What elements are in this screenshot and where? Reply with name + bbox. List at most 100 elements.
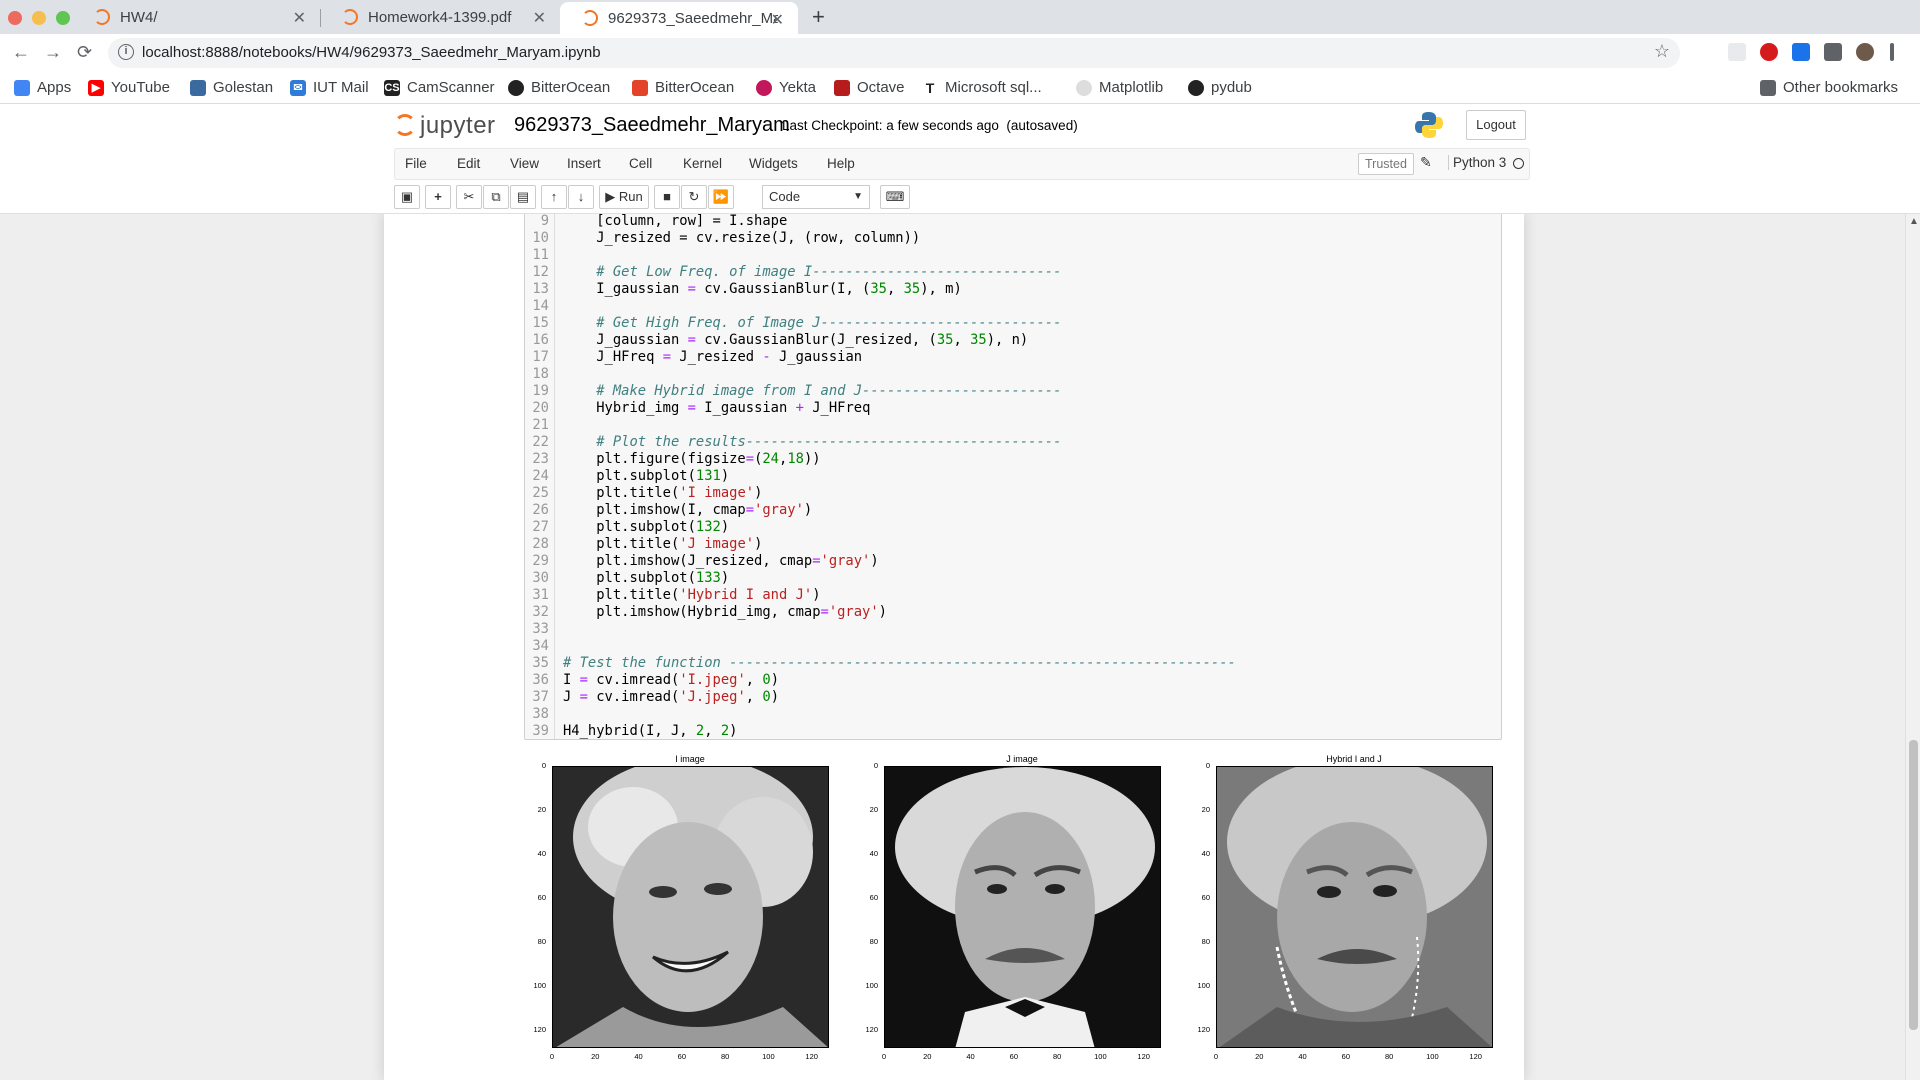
notebook-name[interactable]: 9629373_Saeedmehr_Maryam <box>514 114 790 137</box>
line-number: 17 <box>532 349 549 365</box>
code-text: # Test the function --------------------… <box>563 655 1236 671</box>
other-bookmarks[interactable]: Other bookmarks <box>1760 79 1898 96</box>
site-info-icon[interactable]: i <box>118 44 134 60</box>
line-number: 37 <box>532 689 549 705</box>
y-tick-label: 120 <box>533 1025 546 1035</box>
browser-toolbar: ← → ⟳ i localhost:8888/notebooks/HW4/962… <box>0 34 1920 72</box>
extension-cloud-icon[interactable] <box>1728 43 1746 61</box>
scroll-up-icon[interactable]: ▲ <box>1909 216 1919 227</box>
line-number: 10 <box>532 230 549 246</box>
reload-icon[interactable]: ⟳ <box>77 42 92 63</box>
insert-cell-button[interactable]: + <box>425 185 451 209</box>
edit-pencil-icon[interactable]: ✎ <box>1420 154 1432 171</box>
code-text: I_gaussian = cv.GaussianBlur(I, (35, 35)… <box>563 281 962 297</box>
bookmark-matplotlib[interactable]: Matplotlib <box>1076 79 1163 96</box>
trusted-indicator[interactable]: Trusted <box>1358 153 1414 175</box>
profile-avatar[interactable] <box>1856 43 1874 61</box>
address-bar[interactable]: i localhost:8888/notebooks/HW4/9629373_S… <box>108 38 1680 68</box>
x-tick-label: 0 <box>1213 1052 1219 1061</box>
menu-help[interactable]: Help <box>827 156 855 171</box>
move-down-button[interactable]: ↓ <box>568 185 594 209</box>
bookmark-camscanner[interactable]: CS CamScanner <box>384 79 495 96</box>
bookmark-youtube[interactable]: ▶ YouTube <box>88 79 170 96</box>
x-tick-label: 120 <box>1469 1052 1482 1061</box>
close-tab-icon[interactable]: ✕ <box>293 8 306 28</box>
menu-view[interactable]: View <box>510 156 539 171</box>
bookmark-apps[interactable]: Apps <box>14 79 71 96</box>
close-tab-icon[interactable]: ✕ <box>533 8 546 28</box>
bookmark-octave[interactable]: Octave <box>834 79 905 96</box>
y-tick-label: 80 <box>537 937 546 947</box>
bookmark-star-icon[interactable]: ☆ <box>1654 41 1670 62</box>
tab-title: 9629373_Saeedmehr_Mar <box>608 9 778 27</box>
bookmark-iut-mail[interactable]: ✉ IUT Mail <box>290 79 369 96</box>
back-icon[interactable]: ← <box>12 42 30 63</box>
arrow-down-icon: ↓ <box>577 189 585 204</box>
cell-output: I image 0 20 40 60 80 100 120 0 20 40 60 80 100 12 <box>524 754 1502 1080</box>
text-t-icon: T <box>925 79 935 96</box>
y-tick-label: 100 <box>533 981 546 991</box>
minimize-window-button[interactable] <box>32 11 46 25</box>
maximize-window-button[interactable] <box>56 11 70 25</box>
code-text: Hybrid_img = I_gaussian + J_HFreq <box>563 400 871 416</box>
line-number: 15 <box>532 315 549 331</box>
move-up-button[interactable]: ↑ <box>541 185 567 209</box>
code-cell[interactable]: 9 [column, row] = I.shape 10 J_resized = … <box>524 214 1502 740</box>
logout-button[interactable]: Logout <box>1466 110 1526 140</box>
bookmark-bitterocean-gitlab[interactable]: BitterOcean <box>632 79 734 96</box>
bookmark-golestan[interactable]: Golestan <box>190 79 273 96</box>
browser-menu-icon[interactable] <box>1890 43 1894 61</box>
menu-file[interactable]: File <box>405 156 427 171</box>
copy-button[interactable]: ⧉ <box>483 185 509 209</box>
menu-cell[interactable]: Cell <box>629 156 652 171</box>
x-tick-label: 40 <box>966 1052 975 1061</box>
bookmark-yekta[interactable]: Yekta <box>756 79 816 96</box>
new-tab-button[interactable]: + <box>812 4 825 30</box>
interrupt-button[interactable]: ■ <box>654 185 680 209</box>
line-number: 13 <box>532 281 549 297</box>
octave-icon <box>834 79 850 96</box>
save-button[interactable]: ▣ <box>394 185 420 209</box>
matplotlib-icon <box>1076 79 1092 96</box>
bookmark-pydub[interactable]: pydub <box>1188 79 1252 96</box>
restart-button[interactable]: ↻ <box>681 185 707 209</box>
scrollbar-thumb[interactable] <box>1909 740 1918 1030</box>
menu-insert[interactable]: Insert <box>567 156 601 171</box>
code-text: J_HFreq = J_resized - J_gaussian <box>563 349 863 365</box>
y-tick-label: 80 <box>1201 937 1210 947</box>
line-number: 19 <box>532 383 549 399</box>
tab-homework-pdf[interactable]: Homework4-1399.pdf ✕ <box>320 0 560 34</box>
code-text: J_resized = cv.resize(J, (row, column)) <box>563 230 921 246</box>
jupyter-logo[interactable]: jupyter <box>394 112 496 140</box>
code-text: H4_hybrid(I, J, 2, 2) <box>563 723 738 739</box>
jupyter-header: jupyter 9629373_Saeedmehr_Maryam Last Ch… <box>0 104 1920 148</box>
subplot-title: I image <box>675 754 705 764</box>
code-text: [column, row] = I.shape <box>563 214 788 229</box>
extension-opera-icon[interactable] <box>1760 43 1778 61</box>
run-button[interactable]: ▶ Run <box>599 185 649 209</box>
command-palette-button[interactable]: ⌨ <box>880 185 910 209</box>
forward-icon[interactable]: → <box>44 42 62 63</box>
bookmark-microsoft-sql[interactable]: T Microsoft sql... <box>922 79 1042 96</box>
tab-notebook[interactable]: 9629373_Saeedmehr_Mar ✕ <box>560 2 798 34</box>
close-window-button[interactable] <box>8 11 22 25</box>
run-icon: ▶ <box>605 189 616 204</box>
line-number: 28 <box>532 536 549 552</box>
y-tick-label: 40 <box>869 849 878 859</box>
close-tab-icon[interactable]: ✕ <box>771 10 784 30</box>
cell-type-select[interactable]: Code ▼ <box>762 185 870 209</box>
menu-widgets[interactable]: Widgets <box>749 156 798 171</box>
x-tick-label: 120 <box>1137 1052 1150 1061</box>
restart-run-all-button[interactable]: ⏩ <box>708 185 734 209</box>
paste-button[interactable]: ▤ <box>510 185 536 209</box>
extension-n-icon[interactable] <box>1792 43 1810 61</box>
menu-kernel[interactable]: Kernel <box>683 156 722 171</box>
menu-edit[interactable]: Edit <box>457 156 480 171</box>
tab-title: HW4/ <box>120 8 158 26</box>
page-scrollbar[interactable]: ▲ <box>1905 214 1920 1080</box>
kernel-idle-icon <box>1513 158 1524 169</box>
cut-button[interactable]: ✂ <box>456 185 482 209</box>
tab-hw4[interactable]: HW4/ ✕ <box>72 0 320 34</box>
bookmark-bitterocean-github[interactable]: BitterOcean <box>508 79 610 96</box>
extensions-puzzle-icon[interactable] <box>1824 43 1842 61</box>
